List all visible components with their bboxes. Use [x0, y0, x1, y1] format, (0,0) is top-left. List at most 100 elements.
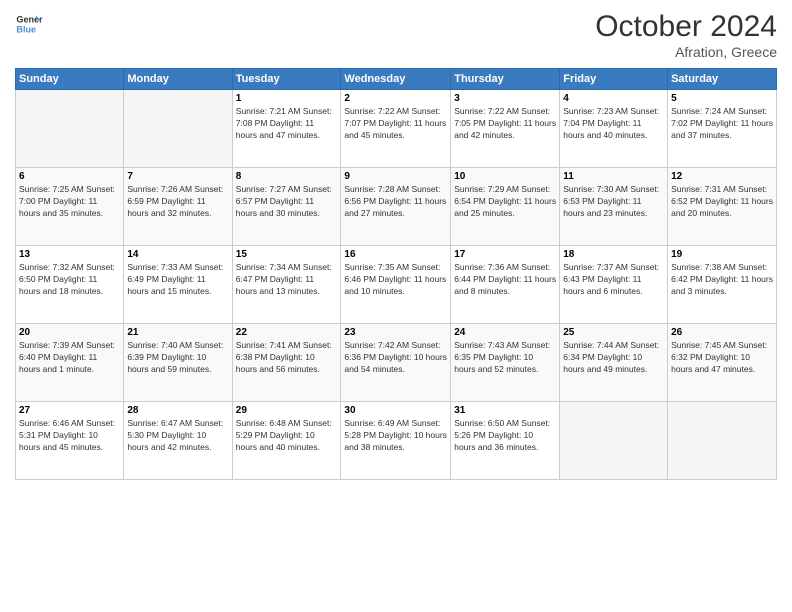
day-number: 18: [563, 249, 664, 260]
calendar-cell: 12 Sunrise: 7:31 AM Sunset: 6:52 PM Dayli…: [668, 168, 777, 246]
day-info: Sunrise: 7:35 AM Sunset: 6:46 PM Dayligh…: [344, 262, 447, 298]
calendar-cell: 13Sunrise: 7:32 AM Sunset: 6:50 PM Dayli…: [16, 246, 124, 324]
calendar-cell: 11Sunrise: 7:30 AM Sunset: 6:53 PM Dayli…: [560, 168, 668, 246]
weekday-header-thursday: Thursday: [451, 69, 560, 90]
calendar-cell: 23 Sunrise: 7:42 AM Sunset: 6:36 PM Dayli…: [341, 324, 451, 402]
calendar-cell: [124, 90, 232, 168]
day-info: Sunrise: 7:22 AM Sunset: 7:05 PM Dayligh…: [454, 106, 556, 142]
day-info: Sunrise: 7:34 AM Sunset: 6:47 PM Dayligh…: [236, 262, 338, 298]
day-number: 15: [236, 249, 338, 260]
calendar-cell: 25Sunrise: 7:44 AM Sunset: 6:34 PM Dayli…: [560, 324, 668, 402]
day-number: 29: [236, 405, 338, 416]
day-number: 9: [344, 171, 447, 182]
day-info: Sunrise: 6:48 AM Sunset: 5:29 PM Dayligh…: [236, 418, 338, 454]
calendar-cell: 31 Sunrise: 6:50 AM Sunset: 5:26 PM Dayli…: [451, 402, 560, 480]
calendar-cell: [16, 90, 124, 168]
day-info: Sunrise: 7:31 AM Sunset: 6:52 PM Dayligh…: [671, 184, 773, 220]
day-info: Sunrise: 6:46 AM Sunset: 5:31 PM Dayligh…: [19, 418, 120, 454]
calendar-cell: 16 Sunrise: 7:35 AM Sunset: 6:46 PM Dayli…: [341, 246, 451, 324]
calendar-cell: 27Sunrise: 6:46 AM Sunset: 5:31 PM Dayli…: [16, 402, 124, 480]
weekday-header-sunday: Sunday: [16, 69, 124, 90]
day-number: 14: [127, 249, 228, 260]
day-number: 6: [19, 171, 120, 182]
calendar-cell: [560, 402, 668, 480]
day-info: Sunrise: 7:28 AM Sunset: 6:56 PM Dayligh…: [344, 184, 447, 220]
day-number: 22: [236, 327, 338, 338]
day-number: 5: [671, 93, 773, 104]
day-info: Sunrise: 7:29 AM Sunset: 6:54 PM Dayligh…: [454, 184, 556, 220]
day-number: 10: [454, 171, 556, 182]
calendar-cell: 9 Sunrise: 7:28 AM Sunset: 6:56 PM Daylig…: [341, 168, 451, 246]
day-info: Sunrise: 7:22 AM Sunset: 7:07 PM Dayligh…: [344, 106, 447, 142]
day-number: 31: [454, 405, 556, 416]
day-number: 28: [127, 405, 228, 416]
day-info: Sunrise: 7:25 AM Sunset: 7:00 PM Dayligh…: [19, 184, 120, 220]
title-block: October 2024 Afration, Greece: [595, 10, 777, 60]
calendar-cell: 24Sunrise: 7:43 AM Sunset: 6:35 PM Dayli…: [451, 324, 560, 402]
calendar-week-5: 27Sunrise: 6:46 AM Sunset: 5:31 PM Dayli…: [16, 402, 777, 480]
logo-icon: General Blue: [15, 10, 43, 38]
day-info: Sunrise: 7:32 AM Sunset: 6:50 PM Dayligh…: [19, 262, 120, 298]
day-number: 16: [344, 249, 447, 260]
day-number: 30: [344, 405, 447, 416]
day-info: Sunrise: 7:38 AM Sunset: 6:42 PM Dayligh…: [671, 262, 773, 298]
calendar-cell: 6 Sunrise: 7:25 AM Sunset: 7:00 PM Daylig…: [16, 168, 124, 246]
day-info: Sunrise: 7:26 AM Sunset: 6:59 PM Dayligh…: [127, 184, 228, 220]
weekday-header-saturday: Saturday: [668, 69, 777, 90]
calendar-cell: 8 Sunrise: 7:27 AM Sunset: 6:57 PM Daylig…: [232, 168, 341, 246]
weekday-header-wednesday: Wednesday: [341, 69, 451, 90]
day-info: Sunrise: 7:41 AM Sunset: 6:38 PM Dayligh…: [236, 340, 338, 376]
day-number: 4: [563, 93, 664, 104]
day-info: Sunrise: 7:33 AM Sunset: 6:49 PM Dayligh…: [127, 262, 228, 298]
calendar-week-4: 20 Sunrise: 7:39 AM Sunset: 6:40 PM Dayli…: [16, 324, 777, 402]
day-info: Sunrise: 7:39 AM Sunset: 6:40 PM Dayligh…: [19, 340, 120, 376]
day-info: Sunrise: 7:42 AM Sunset: 6:36 PM Dayligh…: [344, 340, 447, 376]
calendar-week-2: 6 Sunrise: 7:25 AM Sunset: 7:00 PM Daylig…: [16, 168, 777, 246]
day-number: 3: [454, 93, 556, 104]
day-info: Sunrise: 7:36 AM Sunset: 6:44 PM Dayligh…: [454, 262, 556, 298]
day-info: Sunrise: 7:27 AM Sunset: 6:57 PM Dayligh…: [236, 184, 338, 220]
day-info: Sunrise: 7:24 AM Sunset: 7:02 PM Dayligh…: [671, 106, 773, 142]
header: General Blue October 2024 Afration, Gree…: [15, 10, 777, 60]
calendar-cell: 22 Sunrise: 7:41 AM Sunset: 6:38 PM Dayli…: [232, 324, 341, 402]
calendar-cell: 15 Sunrise: 7:34 AM Sunset: 6:47 PM Dayli…: [232, 246, 341, 324]
calendar-cell: 17 Sunrise: 7:36 AM Sunset: 6:44 PM Dayli…: [451, 246, 560, 324]
day-number: 26: [671, 327, 773, 338]
day-number: 23: [344, 327, 447, 338]
day-number: 17: [454, 249, 556, 260]
day-info: Sunrise: 6:50 AM Sunset: 5:26 PM Dayligh…: [454, 418, 556, 454]
calendar-cell: 19 Sunrise: 7:38 AM Sunset: 6:42 PM Dayli…: [668, 246, 777, 324]
day-number: 12: [671, 171, 773, 182]
day-info: Sunrise: 7:23 AM Sunset: 7:04 PM Dayligh…: [563, 106, 664, 142]
month-year: October 2024: [595, 10, 777, 44]
page: General Blue October 2024 Afration, Gree…: [0, 0, 792, 612]
calendar-cell: 4 Sunrise: 7:23 AM Sunset: 7:04 PM Daylig…: [560, 90, 668, 168]
day-number: 8: [236, 171, 338, 182]
location: Afration, Greece: [595, 44, 777, 60]
calendar-cell: 29 Sunrise: 6:48 AM Sunset: 5:29 PM Dayli…: [232, 402, 341, 480]
day-number: 2: [344, 93, 447, 104]
calendar-cell: 28Sunrise: 6:47 AM Sunset: 5:30 PM Dayli…: [124, 402, 232, 480]
calendar-cell: 3 Sunrise: 7:22 AM Sunset: 7:05 PM Daylig…: [451, 90, 560, 168]
day-info: Sunrise: 7:40 AM Sunset: 6:39 PM Dayligh…: [127, 340, 228, 376]
day-info: Sunrise: 6:49 AM Sunset: 5:28 PM Dayligh…: [344, 418, 447, 454]
calendar-cell: 2 Sunrise: 7:22 AM Sunset: 7:07 PM Daylig…: [341, 90, 451, 168]
day-info: Sunrise: 7:37 AM Sunset: 6:43 PM Dayligh…: [563, 262, 664, 298]
day-number: 21: [127, 327, 228, 338]
calendar-cell: 14 Sunrise: 7:33 AM Sunset: 6:49 PM Dayli…: [124, 246, 232, 324]
calendar-cell: 21 Sunrise: 7:40 AM Sunset: 6:39 PM Dayli…: [124, 324, 232, 402]
weekday-header-friday: Friday: [560, 69, 668, 90]
calendar-cell: 20 Sunrise: 7:39 AM Sunset: 6:40 PM Dayli…: [16, 324, 124, 402]
logo: General Blue: [15, 10, 43, 38]
day-info: Sunrise: 7:45 AM Sunset: 6:32 PM Dayligh…: [671, 340, 773, 376]
day-info: Sunrise: 7:44 AM Sunset: 6:34 PM Dayligh…: [563, 340, 664, 376]
day-number: 24: [454, 327, 556, 338]
calendar-week-1: 1Sunrise: 7:21 AM Sunset: 7:08 PM Daylig…: [16, 90, 777, 168]
day-number: 1: [236, 93, 338, 104]
calendar-header-row: SundayMondayTuesdayWednesdayThursdayFrid…: [16, 69, 777, 90]
day-number: 19: [671, 249, 773, 260]
calendar-table: SundayMondayTuesdayWednesdayThursdayFrid…: [15, 68, 777, 480]
calendar-cell: 26 Sunrise: 7:45 AM Sunset: 6:32 PM Dayli…: [668, 324, 777, 402]
day-number: 20: [19, 327, 120, 338]
calendar-cell: 1Sunrise: 7:21 AM Sunset: 7:08 PM Daylig…: [232, 90, 341, 168]
